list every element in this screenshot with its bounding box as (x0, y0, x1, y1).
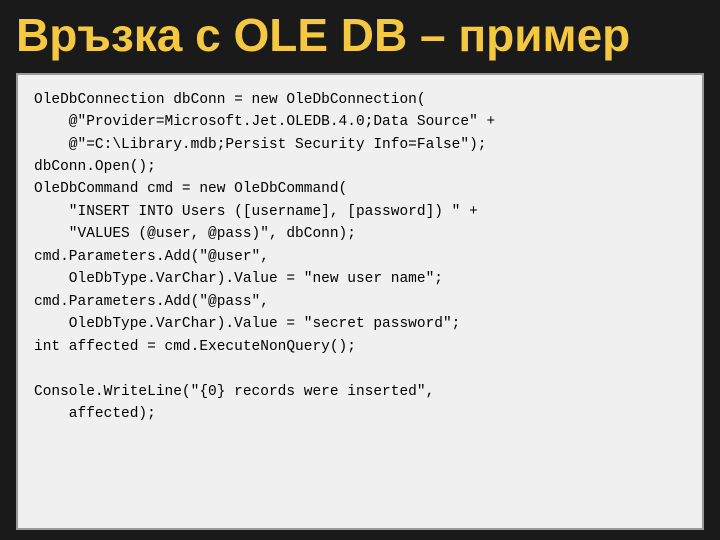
code-block: OleDbConnection dbConn = new OleDbConnec… (34, 89, 686, 426)
page-container: Връзка с OLE DB – пример OleDbConnection… (0, 0, 720, 540)
code-box: OleDbConnection dbConn = new OleDbConnec… (16, 73, 704, 530)
page-title: Връзка с OLE DB – пример (16, 10, 704, 61)
